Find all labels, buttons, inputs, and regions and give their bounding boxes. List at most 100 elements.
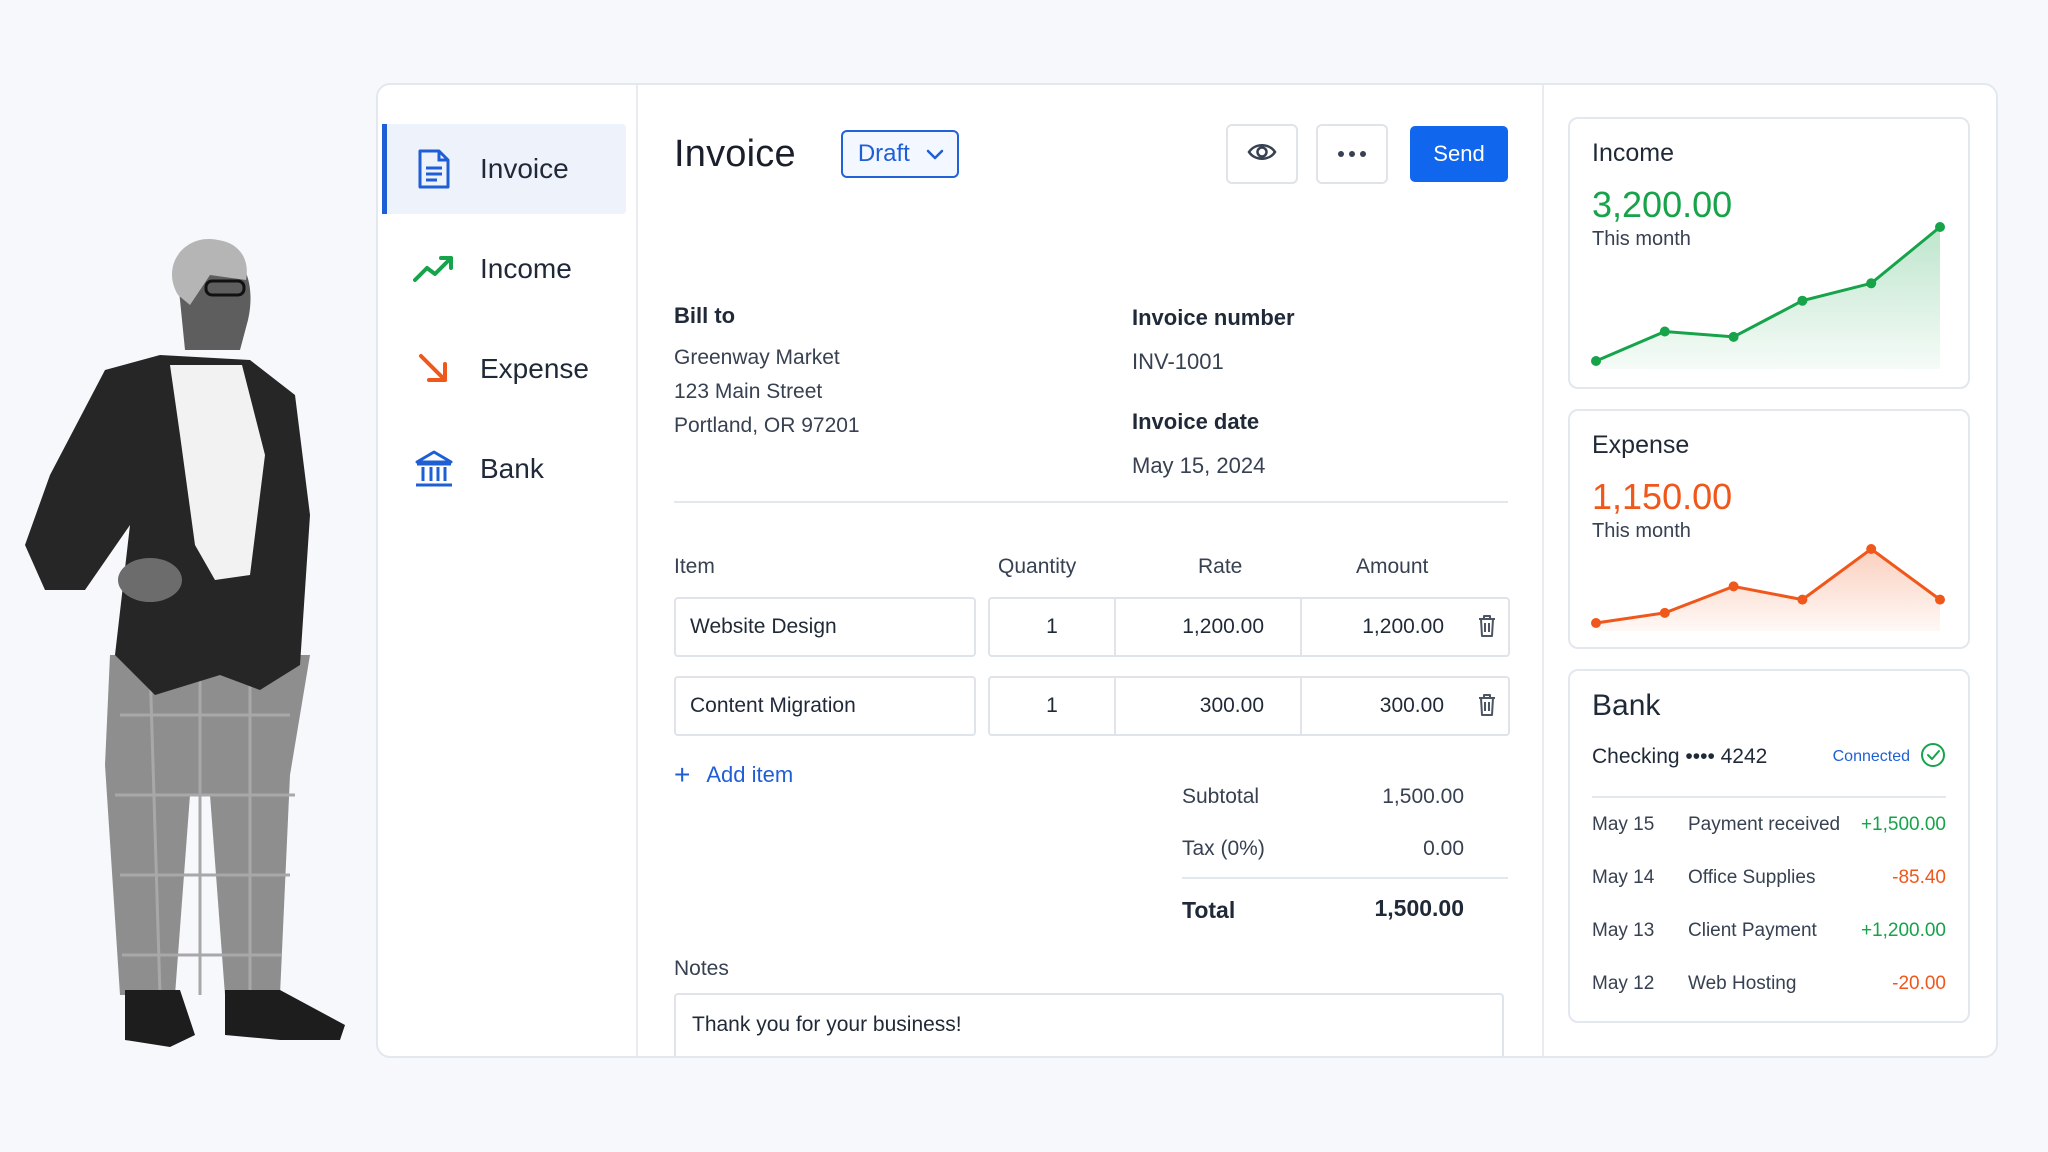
eye-icon <box>1247 142 1277 167</box>
chart-point <box>1866 544 1877 554</box>
document-icon <box>413 148 455 190</box>
invoice-number-label: Invoice number <box>1132 305 1295 330</box>
invoice-date-label: Invoice date <box>1132 409 1260 434</box>
expense-card[interactable]: Expense 1,150.00 This month <box>1568 409 1970 649</box>
chevron-down-icon <box>926 140 944 168</box>
transaction-row: May 12 Web Hosting -20.00 <box>1592 973 1946 1003</box>
add-item-label: Add item <box>706 762 794 787</box>
income-title: Income <box>1592 139 1674 167</box>
transaction-desc: Web Hosting <box>1688 973 1797 994</box>
sidebar-item-income[interactable]: Income <box>382 224 626 314</box>
totals-divider <box>1182 877 1508 879</box>
invoice-panel: Invoice Draft Send Bill to Greenway Mark… <box>638 85 1544 1056</box>
income-card[interactable]: Income 3,200.00 This month <box>1568 117 1970 389</box>
bill-to-section: Bill to Greenway Market 123 Main Street … <box>674 303 860 443</box>
send-button[interactable]: Send <box>1410 126 1508 182</box>
bank-account-row: Checking •••• 4242 Connected <box>1592 739 1946 775</box>
rate-input[interactable]: 300.00 <box>1114 676 1302 736</box>
person-illustration <box>25 239 345 1047</box>
notes-textarea[interactable]: Thank you for your business! <box>674 993 1504 1056</box>
column-header-quantity: Quantity <box>998 555 1077 578</box>
sidebar-item-bank[interactable]: Bank <box>382 424 626 514</box>
subtotal-label: Subtotal <box>1182 785 1260 808</box>
chart-area <box>1596 227 1940 369</box>
bank-account: Checking •••• 4242 <box>1592 745 1768 768</box>
trash-icon[interactable] <box>1478 693 1496 722</box>
bank-title: Bank <box>1592 689 1661 722</box>
chart-point <box>1591 356 1601 366</box>
bank-icon <box>413 448 455 490</box>
more-options-button[interactable] <box>1316 124 1388 184</box>
transaction-date: May 12 <box>1592 973 1655 994</box>
transaction-amount: -20.00 <box>1892 973 1946 994</box>
status-dropdown[interactable]: Draft <box>840 130 959 178</box>
check-circle-icon <box>1920 742 1946 773</box>
transaction-amount: +1,200.00 <box>1860 920 1946 941</box>
chart-point <box>1866 278 1877 289</box>
income-chart <box>1591 222 1945 369</box>
amount-text: 300.00 <box>1379 694 1444 717</box>
sidebar-item-label: Invoice <box>480 153 569 184</box>
sidebar-item-expense[interactable]: Expense <box>382 324 626 414</box>
transaction-row: May 14 Office Supplies -85.40 <box>1592 867 1946 897</box>
more-horizontal-icon <box>1337 145 1367 163</box>
quantity-input[interactable]: 1 <box>988 597 1116 657</box>
table-row: Website Design 1 1,200.00 1,200.00 <box>674 597 1510 657</box>
invoice-number: INV-1001 <box>1132 349 1224 374</box>
column-header-amount: Amount <box>1356 555 1429 578</box>
connected-status: Connected <box>1832 748 1910 765</box>
item-name-input[interactable]: Content Migration <box>674 676 976 736</box>
preview-button[interactable] <box>1226 124 1298 184</box>
transaction-amount: -85.40 <box>1892 867 1946 888</box>
total-value: 1,500.00 <box>1374 895 1464 921</box>
tax-label: Tax (0%) <box>1182 837 1265 860</box>
tax-value: 0.00 <box>1423 837 1464 860</box>
status-value: Draft <box>857 140 910 167</box>
arrow-down-right-icon <box>413 348 455 390</box>
chart-point <box>1797 594 1808 605</box>
sidebar: Invoice Income Expense Bank <box>378 85 638 1056</box>
sidebar-item-label: Expense <box>480 353 589 384</box>
transaction-desc: Client Payment <box>1688 920 1817 941</box>
invoice-date: May 15, 2024 <box>1132 453 1266 478</box>
chart-point <box>1728 581 1739 592</box>
quantity-input[interactable]: 1 <box>988 676 1116 736</box>
total-label: Total <box>1182 897 1236 923</box>
expense-title: Expense <box>1592 431 1690 459</box>
transaction-date: May 14 <box>1592 867 1655 888</box>
expense-amount: 1,150.00 <box>1592 476 1733 517</box>
invoice-header: Invoice Draft Send <box>674 124 1508 184</box>
chart-point <box>1935 594 1945 605</box>
transaction-row: May 13 Client Payment +1,200.00 <box>1592 920 1946 950</box>
chart-point <box>1797 295 1808 306</box>
column-header-item: Item <box>674 555 715 578</box>
app-window: Invoice Income Expense Bank Invoice Draf… <box>376 83 1998 1058</box>
add-item-button[interactable]: + Add item <box>674 761 793 789</box>
notes-label: Notes <box>674 957 729 980</box>
transaction-date: May 13 <box>1592 920 1655 941</box>
subtotal-value: 1,500.00 <box>1382 785 1464 808</box>
transaction-date: May 15 <box>1592 814 1655 835</box>
transaction-amount: +1,500.00 <box>1860 814 1946 835</box>
page-title: Invoice <box>674 132 796 175</box>
transaction-desc: Office Supplies <box>1688 867 1816 888</box>
rate-input[interactable]: 1,200.00 <box>1114 597 1302 657</box>
bank-card[interactable]: Bank Checking •••• 4242 Connected May 15… <box>1568 669 1970 1023</box>
trash-icon[interactable] <box>1478 614 1496 643</box>
item-name-input[interactable]: Website Design <box>674 597 976 657</box>
transaction-desc: Payment received <box>1688 814 1841 835</box>
chart-point <box>1935 222 1945 232</box>
plus-icon: + <box>674 759 691 790</box>
expense-period: This month <box>1592 520 1691 542</box>
sidebar-item-invoice[interactable]: Invoice <box>382 124 626 214</box>
bill-to-street: 123 Main Street <box>674 380 823 403</box>
bank-divider <box>1592 796 1946 798</box>
table-row: Content Migration 1 300.00 300.00 <box>674 676 1510 736</box>
transaction-row: May 15 Payment received +1,500.00 <box>1592 814 1946 844</box>
bill-to-label: Bill to <box>674 303 736 328</box>
sidebar-item-label: Bank <box>480 453 544 484</box>
trend-up-icon <box>413 248 455 290</box>
chart-point <box>1728 331 1739 342</box>
bill-to-city: Portland, OR 97201 <box>674 414 860 437</box>
chart-point <box>1659 607 1670 618</box>
